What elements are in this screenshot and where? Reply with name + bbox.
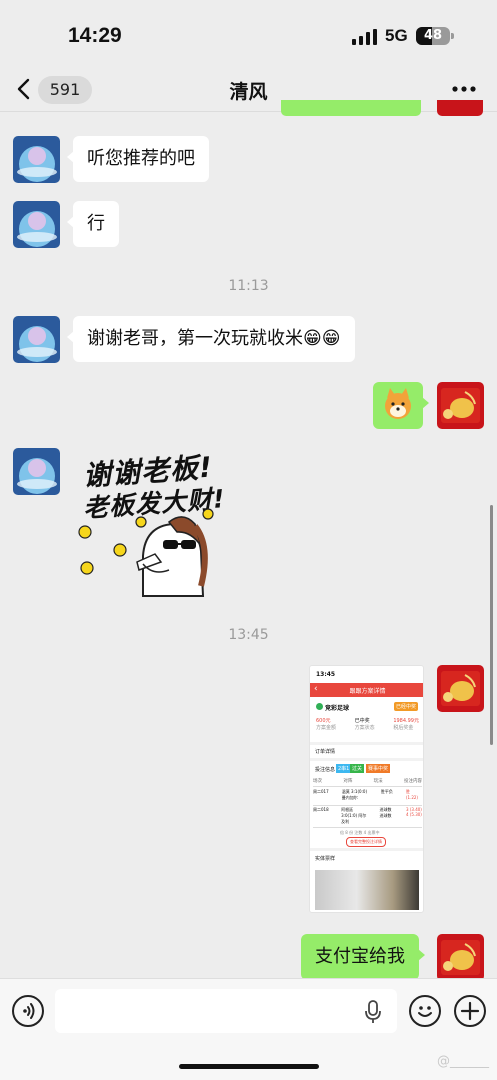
- message-bubble-incoming[interactable]: 听您推荐的吧: [67, 136, 209, 182]
- message-input[interactable]: [55, 989, 397, 1033]
- shot-receipt-photo: [315, 870, 419, 910]
- smiley-icon: [418, 1006, 432, 1017]
- shot-cell: 进球数 进球数: [379, 807, 392, 818]
- message-bubble-incoming[interactable]: 谢谢老哥，第一次玩就收米😁😁: [67, 316, 355, 362]
- status-bar: 14:29 5G 48: [0, 0, 497, 66]
- message-text: 行: [87, 213, 105, 234]
- chat-header: 591 清风: [0, 66, 497, 112]
- shot-divider: [310, 758, 423, 761]
- shot-stat-label: 方案状态: [354, 725, 375, 731]
- shot-stat: 600元 方案金额: [316, 717, 336, 731]
- shot-col: 场次: [313, 779, 322, 784]
- shot-table-header: 场次 对阵 玩法 投注内容: [313, 778, 422, 787]
- shot-table-row: 周二017 温莫 3:1(0:0) 曼内加尔 胜平负 胜 (1.22): [313, 789, 422, 806]
- shot-cell: 周二018: [313, 807, 329, 812]
- shot-header-bar: ‹ 跟跟方案详情: [310, 683, 423, 697]
- message-text: 听您推荐的吧: [87, 148, 195, 169]
- message-text: 支付宝给我: [315, 946, 405, 967]
- voice-wave-icon: [23, 1003, 35, 1019]
- network-label: 5G: [385, 26, 408, 45]
- shot-cell: 胜平负: [380, 789, 393, 794]
- shot-stats: 600元 方案金额 已中奖 方案状态 1984.99元 税后奖金: [316, 717, 419, 731]
- shot-col: 投注内容: [403, 779, 422, 784]
- shot-cell: 阿根廷 3:0(1:0) 阿尔及利: [341, 807, 367, 824]
- home-indicator: [179, 1064, 319, 1069]
- timestamp: 11:13: [228, 278, 269, 294]
- shot-status-time: 13:45: [316, 671, 336, 678]
- more-options-icon[interactable]: [449, 76, 479, 102]
- shot-footer-note: 倍 8 份 注数 4 出票中: [340, 830, 380, 835]
- message-bubble-outgoing[interactable]: 支付宝给我: [301, 934, 425, 980]
- shot-stat: 已中奖 方案状态: [355, 717, 375, 731]
- shot-table-row: 周二018 阿根廷 3:0(1:0) 阿尔及利 进球数 进球数 3 (3.40)…: [313, 807, 422, 828]
- battery-icon: 48: [416, 27, 450, 45]
- shot-tag: 赛事中奖: [366, 764, 391, 773]
- shot-stat-value: 已中奖: [354, 718, 370, 724]
- shot-win-badge: 已经中奖: [393, 702, 418, 711]
- shot-divider: [310, 742, 423, 745]
- avatar-image: [13, 316, 60, 363]
- horse-sticker-icon: [78, 508, 214, 597]
- emoji-button[interactable]: [409, 995, 441, 1027]
- contact-avatar[interactable]: [13, 201, 60, 248]
- shot-col: 对阵: [343, 779, 353, 784]
- message-bubble-incoming[interactable]: 行: [67, 201, 119, 247]
- shot-receipt-section: 实体票样: [315, 856, 336, 862]
- sticker-message[interactable]: 谢谢老板! 老板发大财!: [73, 444, 228, 602]
- self-avatar[interactable]: [437, 665, 484, 712]
- shot-view-button: 查看完整投注详情: [346, 837, 386, 847]
- message-text: 谢谢老哥，第一次玩就收米😁😁: [87, 328, 341, 349]
- previous-self-avatar[interactable]: [437, 100, 483, 116]
- shot-stat: 1984.99元 税后奖金: [393, 717, 419, 731]
- plus-icon: [460, 1001, 480, 1021]
- shot-stat-label: 税后奖金: [393, 725, 414, 731]
- avatar-image: [437, 382, 484, 429]
- shot-store-icon: [316, 703, 323, 710]
- shot-cell: 胜 (1.22): [405, 789, 418, 800]
- shot-divider: [310, 848, 423, 851]
- avatar-image: [437, 934, 484, 981]
- image-message[interactable]: 13:45 ‹ 跟跟方案详情 竞彩足球 已经中奖 600元 方案金额 已中奖 方案状…: [309, 665, 424, 913]
- avatar-image: [13, 136, 60, 183]
- watermark: @______: [437, 1054, 489, 1069]
- contact-avatar[interactable]: [13, 448, 60, 495]
- self-avatar[interactable]: [437, 382, 484, 429]
- microphone-icon[interactable]: [363, 999, 383, 1025]
- shot-cell: 温莫 3:1(0:0) 曼内加尔: [341, 789, 368, 800]
- shot-stat-label: 方案金额: [316, 725, 337, 731]
- chat-title: 清风: [229, 81, 268, 103]
- avatar-image: [437, 665, 484, 712]
- previous-message-bubble[interactable]: [281, 100, 421, 116]
- signal-icon: [352, 29, 377, 45]
- avatar-image: [13, 201, 60, 248]
- timestamp: 13:45: [228, 627, 269, 643]
- shot-cell: 周二017: [313, 789, 329, 794]
- shot-stat-value: 1984.99元: [393, 718, 419, 724]
- voice-toggle-button[interactable]: [12, 995, 44, 1027]
- battery-tip: [451, 33, 454, 39]
- avatar-image: [13, 448, 60, 495]
- self-avatar[interactable]: [437, 934, 484, 981]
- more-actions-button[interactable]: [454, 995, 486, 1027]
- shot-plan-section: 投注信息: [315, 767, 336, 773]
- shot-col: 玩法: [373, 779, 383, 784]
- shot-order-section: 订单详情: [315, 749, 336, 755]
- message-bubble-outgoing[interactable]: [373, 382, 429, 429]
- battery-text: 48: [423, 28, 443, 43]
- shot-store-name: 竞彩足球: [325, 705, 350, 712]
- contact-avatar[interactable]: [13, 136, 60, 183]
- shiba-emoji-icon: [385, 388, 411, 419]
- contact-avatar[interactable]: [13, 316, 60, 363]
- shot-stat-value: 600元: [316, 718, 331, 724]
- shot-cell: 3 (3.40) 4 (5.30): [406, 807, 422, 817]
- shot-tag: 过关: [350, 764, 365, 773]
- shot-header-title: 跟跟方案详情: [349, 688, 386, 695]
- scrollbar[interactable]: [490, 505, 493, 745]
- status-time: 14:29: [68, 24, 122, 47]
